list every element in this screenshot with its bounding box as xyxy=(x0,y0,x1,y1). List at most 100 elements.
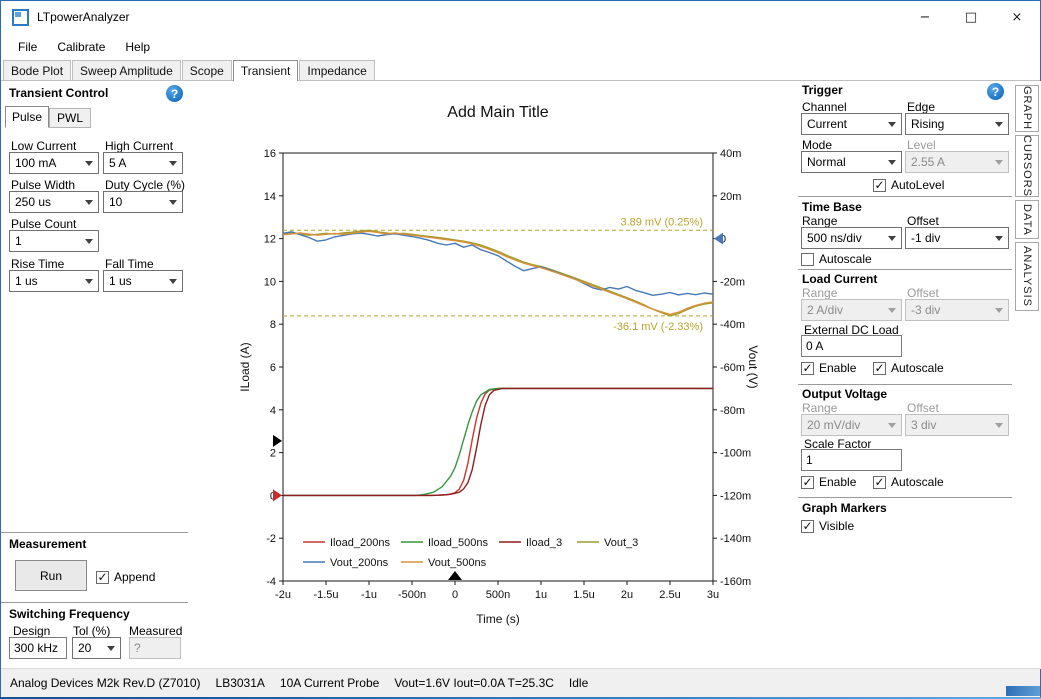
duty-cycle-combo[interactable]: 10 xyxy=(103,191,183,213)
trigger-level-combo: 2.55 A xyxy=(905,151,1009,173)
menu-calibrate[interactable]: Calibrate xyxy=(47,36,115,58)
pulse-count-combo[interactable]: 1 xyxy=(9,230,99,252)
duty-cycle-label: Duty Cycle (%) xyxy=(105,178,185,192)
svg-text:-100m: -100m xyxy=(720,448,751,460)
trigger-title: Trigger xyxy=(802,83,843,97)
graph-markers-visible-checkbox[interactable] xyxy=(801,520,814,533)
trigger-mode-value: Normal xyxy=(807,155,846,169)
separator xyxy=(1,532,188,533)
trigger-channel-label: Channel xyxy=(802,100,847,114)
app-window: LTpowerAnalyzer − □ × File Calibrate Hel… xyxy=(0,0,1041,697)
chevron-down-icon xyxy=(85,279,93,284)
svg-text:10: 10 xyxy=(264,276,276,288)
chevron-down-icon xyxy=(995,308,1003,313)
subtab-pulse[interactable]: Pulse xyxy=(5,106,49,128)
svg-text:4: 4 xyxy=(270,405,276,417)
load-current-autoscale-label: Autoscale xyxy=(891,361,944,375)
high-current-label: High Current xyxy=(105,139,173,153)
chevron-down-icon xyxy=(995,236,1003,241)
close-button-icon[interactable]: × xyxy=(994,1,1040,34)
series-Iload_200ns xyxy=(283,388,713,495)
pulse-width-label: Pulse Width xyxy=(11,178,75,192)
graph-markers-visible-label: Visible xyxy=(819,519,854,533)
tol-combo[interactable]: 20 xyxy=(72,637,121,659)
design-frequency-input[interactable] xyxy=(9,637,67,659)
time-base-range-value: 500 ns/div xyxy=(807,231,862,245)
rise-time-combo[interactable]: 1 us xyxy=(9,270,99,292)
external-dc-load-input[interactable] xyxy=(801,335,902,357)
svg-text:2u: 2u xyxy=(621,589,633,601)
status-device: Analog Devices M2k Rev.D (Z7010) xyxy=(10,676,201,690)
rise-time-value: 1 us xyxy=(15,274,38,288)
autolevel-checkbox[interactable] xyxy=(873,179,886,192)
output-voltage-offset-label: Offset xyxy=(907,401,939,415)
chevron-down-icon xyxy=(169,200,177,205)
svg-text:1u: 1u xyxy=(535,589,547,601)
side-tab-graph[interactable]: GRAPH xyxy=(1015,85,1039,132)
menu-file[interactable]: File xyxy=(8,36,47,58)
load-current-offset-combo: -3 div xyxy=(905,299,1009,321)
tol-label: Tol (%) xyxy=(73,624,110,638)
chevron-down-icon xyxy=(995,423,1003,428)
load-current-enable-checkbox[interactable] xyxy=(801,362,814,375)
trigger-mode-combo[interactable]: Normal xyxy=(801,151,902,173)
time-base-range-combo[interactable]: 500 ns/div xyxy=(801,227,902,249)
svg-text:-1.5u: -1.5u xyxy=(313,589,338,601)
output-voltage-offset-value: 3 div xyxy=(911,418,936,432)
tab-scope[interactable]: Scope xyxy=(182,60,232,80)
chevron-down-icon xyxy=(85,200,93,205)
annotation-label: -36.1 mV (-2.33%) xyxy=(613,321,703,333)
subtab-pwl[interactable]: PWL xyxy=(49,108,91,128)
chevron-down-icon xyxy=(169,161,177,166)
svg-text:14: 14 xyxy=(264,191,276,203)
output-voltage-autoscale-checkbox[interactable] xyxy=(873,476,886,489)
side-tab-analysis[interactable]: ANALYSIS xyxy=(1015,242,1039,311)
separator xyxy=(798,384,1012,385)
svg-text:-20m: -20m xyxy=(720,276,745,288)
trigger-help-icon[interactable]: ? xyxy=(987,83,1004,100)
svg-text:40m: 40m xyxy=(720,148,741,160)
transient-control-help-icon[interactable]: ? xyxy=(166,85,183,102)
chevron-down-icon xyxy=(888,122,896,127)
tab-transient[interactable]: Transient xyxy=(233,60,299,81)
legend-label: Vout_200ns xyxy=(330,557,389,569)
series-Vout_3 xyxy=(283,230,713,316)
side-tab-cursors[interactable]: CURSORS xyxy=(1015,135,1039,197)
svg-text:-160m: -160m xyxy=(720,576,751,588)
high-current-combo[interactable]: 5 A xyxy=(103,152,183,174)
scale-factor-input[interactable] xyxy=(801,449,902,471)
svg-text:-4: -4 xyxy=(266,576,276,588)
menu-help[interactable]: Help xyxy=(115,36,160,58)
transient-chart[interactable]: Add Main TitleILoad (A)Vout (V)Time (s)-… xyxy=(189,81,798,669)
pulse-count-value: 1 xyxy=(15,234,22,248)
svg-text:2.5u: 2.5u xyxy=(659,589,680,601)
chevron-down-icon xyxy=(169,279,177,284)
run-button[interactable]: Run xyxy=(15,560,87,591)
series-Vout_500ns xyxy=(283,231,713,314)
pulse-width-combo[interactable]: 250 us xyxy=(9,191,99,213)
maximize-button-icon[interactable]: □ xyxy=(948,1,994,34)
append-checkbox[interactable] xyxy=(96,571,109,584)
trigger-edge-combo[interactable]: Rising xyxy=(905,113,1009,135)
app-icon xyxy=(12,9,29,26)
time-base-autoscale-checkbox[interactable] xyxy=(801,253,814,266)
status-probe: 10A Current Probe xyxy=(280,676,379,690)
load-current-autoscale-checkbox[interactable] xyxy=(873,362,886,375)
output-voltage-offset-combo: 3 div xyxy=(905,414,1009,436)
y-left-axis-label: ILoad (A) xyxy=(238,342,252,391)
svg-text:12: 12 xyxy=(264,234,276,246)
side-tab-data[interactable]: DATA xyxy=(1015,200,1039,239)
svg-text:500n: 500n xyxy=(486,589,510,601)
svg-text:-2u: -2u xyxy=(275,589,291,601)
fall-time-combo[interactable]: 1 us xyxy=(103,270,183,292)
time-base-offset-combo[interactable]: -1 div xyxy=(905,227,1009,249)
tab-bode-plot[interactable]: Bode Plot xyxy=(3,60,71,80)
minimize-button-icon[interactable]: − xyxy=(902,1,948,34)
load-current-offset-label: Offset xyxy=(907,286,939,300)
trigger-channel-combo[interactable]: Current xyxy=(801,113,902,135)
low-current-combo[interactable]: 100 mA xyxy=(9,152,99,174)
output-voltage-enable-checkbox[interactable] xyxy=(801,476,814,489)
tab-sweep-amplitude[interactable]: Sweep Amplitude xyxy=(72,60,181,80)
separator xyxy=(798,269,1012,270)
tab-impedance[interactable]: Impedance xyxy=(299,60,374,80)
